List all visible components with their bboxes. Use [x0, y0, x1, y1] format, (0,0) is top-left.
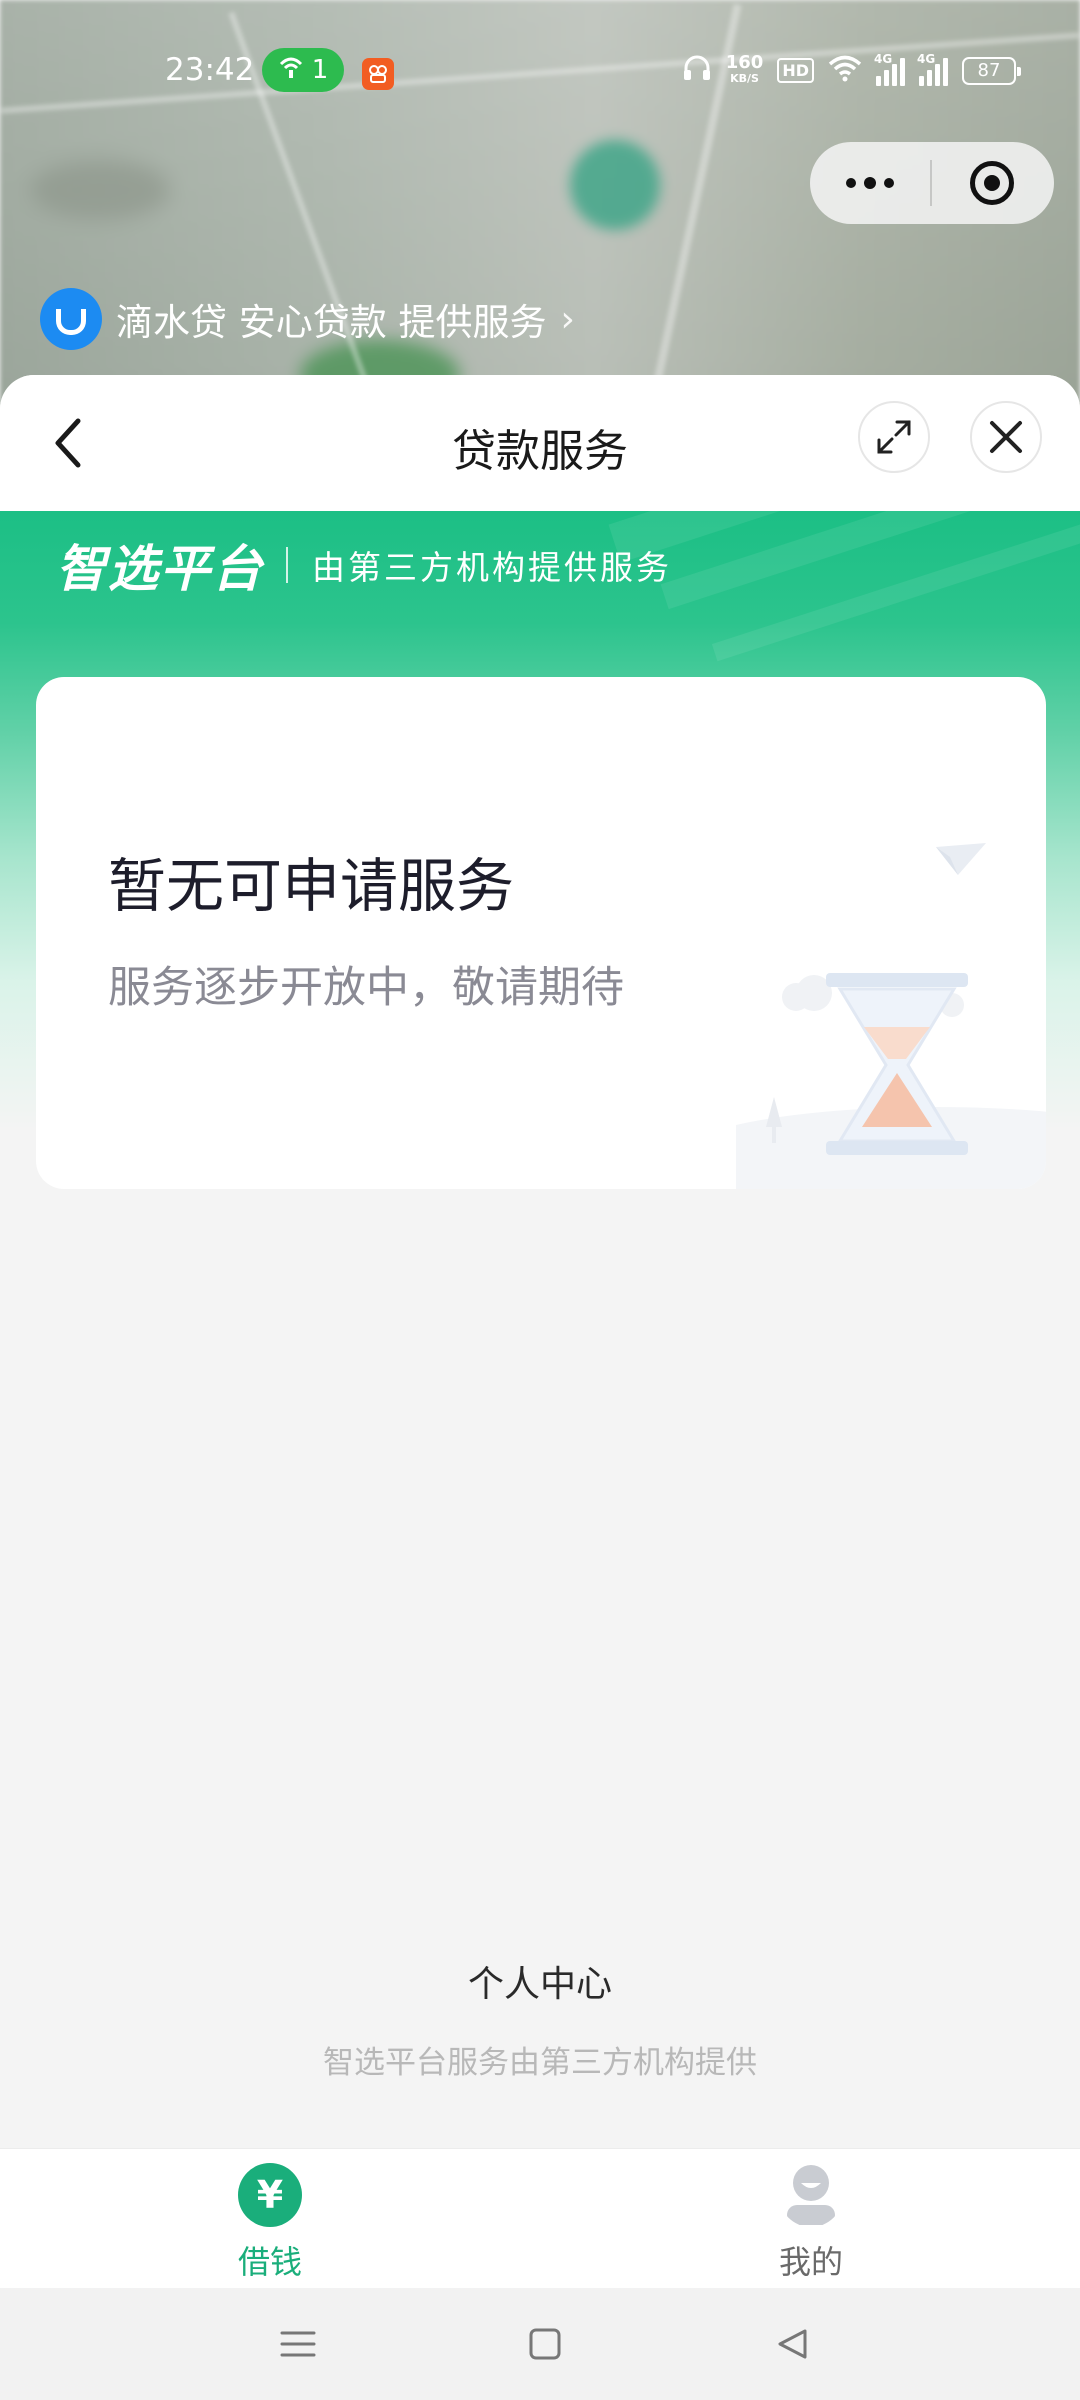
recent-apps-button[interactable]: [270, 2316, 326, 2372]
bottom-tab-bar: ¥ 借钱 我的: [0, 2148, 1080, 2288]
empty-state-card: 暂无可申请服务 服务逐步开放中，敬请期待: [36, 677, 1046, 1189]
home-button[interactable]: [517, 2316, 573, 2372]
signal-icon-sim1: 4G: [874, 52, 905, 86]
hd-voice-icon: HD: [777, 58, 814, 83]
exit-miniprogram-button[interactable]: [932, 142, 1052, 224]
provider-link[interactable]: 滴水贷 安心贷款 提供服务 ›: [40, 288, 575, 350]
battery-icon: 87: [962, 56, 1021, 85]
wifi-icon: [828, 54, 862, 87]
close-button[interactable]: [970, 401, 1042, 473]
loan-service-sheet: 贷款服务 智选平台 由第三方机构提供服务 暂无可申请服务 服务逐步开放中，敬请期…: [0, 375, 1080, 2400]
empty-state-subtitle: 服务逐步开放中，敬请期待: [108, 963, 624, 1013]
target-icon: [970, 161, 1014, 205]
brand-header: 智选平台 由第三方机构提供服务: [56, 529, 672, 601]
tab-label: 借钱: [237, 2243, 302, 2281]
app-notification-icon: [362, 58, 394, 90]
brand-name: 智选平台: [56, 540, 264, 598]
system-nav-bar: [0, 2288, 1080, 2400]
footer-note: 智选平台服务由第三方机构提供: [323, 2045, 757, 2081]
didi-logo-icon: [40, 288, 102, 350]
signal-icon-sim2: 4G: [917, 52, 948, 86]
personal-center-link[interactable]: 个人中心: [0, 1955, 1080, 2007]
hotspot-indicator: 1: [262, 48, 344, 92]
close-icon: [990, 421, 1022, 453]
tab-label: 我的: [778, 2243, 843, 2281]
system-back-button[interactable]: [764, 2316, 820, 2372]
miniprogram-capsule: [810, 142, 1054, 224]
chevron-right-icon: ›: [560, 298, 575, 340]
triangle-back-icon: [778, 2329, 807, 2359]
provider-text: 滴水贷 安心贷款 提供服务: [116, 301, 547, 344]
expand-icon: [877, 420, 911, 454]
hourglass-illustration-icon: [736, 843, 1046, 1189]
brand-subtitle: 由第三方机构提供服务: [312, 548, 672, 587]
network-speed: 160 KB/S: [725, 51, 764, 85]
more-dots-icon: [842, 177, 898, 189]
sheet-header: 贷款服务: [0, 375, 1080, 511]
status-time: 23:42: [165, 52, 255, 88]
tab-borrow[interactable]: ¥ 借钱: [170, 2163, 370, 2283]
headphones-icon: [682, 54, 712, 87]
square-icon: [529, 2328, 561, 2360]
brand-separator: [286, 547, 288, 583]
hotspot-count: 1: [311, 55, 329, 85]
tab-mine[interactable]: 我的: [711, 2163, 911, 2283]
expand-button[interactable]: [858, 401, 930, 473]
more-menu-button[interactable]: [810, 142, 930, 224]
user-icon: [787, 2165, 835, 2225]
yen-icon: ¥: [238, 2163, 302, 2227]
status-bar: 23:42 1 160 KB/S HD 4G 4G 87: [0, 40, 1080, 104]
hotspot-icon: [278, 55, 304, 86]
empty-state-title: 暂无可申请服务: [108, 852, 515, 920]
menu-icon: [280, 2331, 316, 2357]
